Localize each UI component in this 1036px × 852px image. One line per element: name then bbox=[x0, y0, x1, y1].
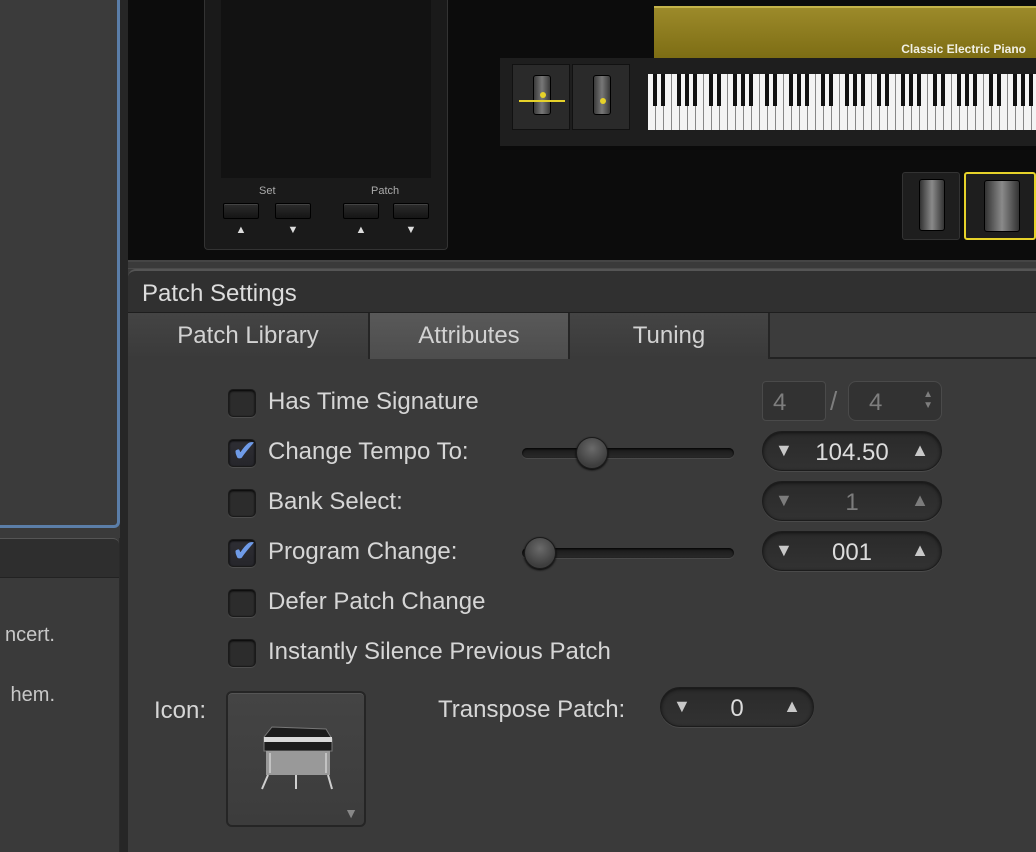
has-time-signature-checkbox[interactable] bbox=[228, 389, 256, 417]
set-up-arrow-icon: ▲ bbox=[235, 224, 247, 236]
denominator-value: 4 bbox=[869, 389, 883, 416]
left-panel-bottom: ncert. hem. bbox=[0, 538, 120, 852]
instantly-silence-label: Instantly Silence Previous Patch bbox=[268, 638, 611, 665]
patch-settings-title: Patch Settings bbox=[142, 280, 297, 307]
program-change-label: Program Change: bbox=[268, 538, 458, 565]
icon-label: Icon: bbox=[154, 697, 207, 724]
tempo-increment-icon[interactable]: ▲ bbox=[911, 440, 929, 461]
time-signature-numerator[interactable]: 4 bbox=[762, 381, 826, 421]
left-panel-top bbox=[0, 0, 120, 528]
piano-name: Classic Electric Piano bbox=[901, 42, 1026, 56]
sustain-pedal[interactable] bbox=[902, 172, 960, 240]
tab-tuning[interactable]: Tuning bbox=[570, 313, 770, 359]
set-down-arrow-icon: ▼ bbox=[287, 224, 299, 236]
time-signature-slash: / bbox=[830, 386, 838, 416]
time-signature-denominator[interactable]: 4 ▲ ▼ bbox=[848, 381, 942, 421]
set-label: Set bbox=[259, 185, 276, 197]
tab-bar: Patch Library Attributes Tuning bbox=[128, 313, 1036, 359]
transpose-increment-icon[interactable]: ▲ bbox=[783, 696, 801, 717]
electric-piano-icon bbox=[500, 58, 1036, 150]
tempo-stepper[interactable]: ▼ 104.50 ▲ bbox=[762, 431, 942, 471]
patch-browser-panel: Set Patch ▲ ▼ ▲ ▼ bbox=[204, 0, 448, 250]
sustain-pedal-icon bbox=[919, 179, 945, 231]
patch-down-button[interactable] bbox=[393, 203, 429, 219]
program-slider-knob[interactable] bbox=[524, 537, 556, 569]
left-panel-header bbox=[0, 538, 119, 578]
expression-pedal-icon bbox=[984, 180, 1020, 232]
patch-up-arrow-icon: ▲ bbox=[355, 224, 367, 236]
set-down-button[interactable] bbox=[275, 203, 311, 219]
expression-pedal[interactable] bbox=[964, 172, 1036, 240]
panel-divider[interactable] bbox=[120, 0, 128, 852]
transpose-patch-label: Transpose Patch: bbox=[438, 696, 626, 723]
pitch-wheel[interactable] bbox=[512, 64, 570, 130]
patch-settings-panel: Patch Settings Patch Library Attributes … bbox=[128, 268, 1036, 852]
program-change-stepper[interactable]: ▼ 001 ▲ bbox=[762, 531, 942, 571]
patch-up-button[interactable] bbox=[343, 203, 379, 219]
numerator-value: 4 bbox=[773, 389, 787, 416]
mod-wheel-control[interactable] bbox=[593, 75, 611, 115]
instrument-view: Set Patch ▲ ▼ ▲ ▼ Classic Electric Piano bbox=[128, 0, 1036, 262]
tab-attributes[interactable]: Attributes bbox=[370, 313, 570, 359]
program-change-checkbox[interactable]: ✔ bbox=[228, 535, 257, 568]
has-time-signature-label: Has Time Signature bbox=[268, 388, 479, 415]
instantly-silence-checkbox[interactable] bbox=[228, 639, 256, 667]
pitch-wheel-control[interactable] bbox=[533, 75, 551, 115]
denominator-spinner-icon[interactable]: ▲ ▼ bbox=[923, 389, 933, 411]
bank-select-label: Bank Select: bbox=[268, 488, 403, 515]
defer-patch-change-checkbox[interactable] bbox=[228, 589, 256, 617]
transpose-stepper[interactable]: ▼ 0 ▲ bbox=[660, 687, 814, 727]
patch-label: Patch bbox=[371, 185, 400, 197]
change-tempo-checkbox[interactable]: ✔ bbox=[228, 435, 257, 468]
left-panel-text-1: ncert. bbox=[4, 624, 55, 646]
tempo-slider-track[interactable] bbox=[522, 448, 734, 458]
tab-patch-library[interactable]: Patch Library bbox=[128, 313, 370, 359]
set-up-button[interactable] bbox=[223, 203, 259, 219]
patch-display-screen bbox=[221, 0, 431, 178]
checkmark-icon: ✔ bbox=[232, 435, 258, 468]
bank-select-stepper[interactable]: ▼ 1 ▲ bbox=[762, 481, 942, 521]
change-tempo-label: Change Tempo To: bbox=[268, 438, 469, 465]
bank-increment-icon[interactable]: ▲ bbox=[911, 490, 929, 511]
electric-piano-icon bbox=[261, 726, 333, 790]
tempo-slider-knob[interactable] bbox=[576, 437, 608, 469]
piano-black-keys bbox=[648, 74, 1036, 106]
chevron-down-icon[interactable]: ▼ bbox=[344, 805, 358, 821]
patch-icon-selector[interactable]: ▼ bbox=[226, 691, 366, 827]
patch-down-arrow-icon: ▼ bbox=[405, 224, 417, 236]
piano-name-plate: Classic Electric Piano bbox=[654, 6, 1036, 58]
left-panel-text-2: hem. bbox=[10, 684, 55, 706]
program-increment-icon[interactable]: ▲ bbox=[911, 540, 929, 561]
bank-select-checkbox[interactable] bbox=[228, 489, 256, 517]
patch-settings-header: Patch Settings bbox=[128, 269, 1036, 313]
checkmark-icon: ✔ bbox=[232, 535, 258, 568]
defer-patch-change-label: Defer Patch Change bbox=[268, 588, 486, 615]
mod-wheel[interactable] bbox=[572, 64, 630, 130]
